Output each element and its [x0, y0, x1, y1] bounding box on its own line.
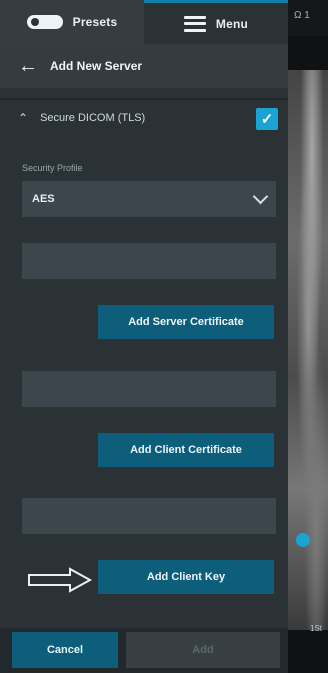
gain-slider-handle[interactable] [296, 533, 310, 547]
settings-panel: Presets Menu ← Add New Server ⌃ Secure D… [0, 0, 288, 660]
arrow-right-icon [28, 567, 93, 593]
tab-presets-label: Presets [72, 15, 118, 29]
app-window: Presets Menu ← Add New Server ⌃ Secure D… [0, 0, 328, 673]
add-client-key-button[interactable]: Add Client Key [98, 560, 274, 594]
add-client-certificate-button[interactable]: Add Client Certificate [98, 433, 274, 467]
image-top-label: Ω 1 [294, 10, 310, 21]
tab-menu[interactable]: Menu [144, 0, 288, 44]
checkmark-icon: ✓ [260, 111, 274, 128]
tab-presets[interactable]: Presets [0, 0, 144, 44]
header-divider [0, 88, 288, 100]
secure-dicom-checkbox[interactable]: ✓ [256, 108, 278, 130]
arrow-left-icon[interactable]: ← [18, 56, 38, 76]
ultrasound-scan [288, 70, 328, 630]
page-header: ← Add New Server [0, 44, 288, 88]
chevron-up-icon[interactable]: ⌃ [18, 111, 28, 125]
secure-dicom-label: Secure DICOM (TLS) [40, 112, 146, 124]
security-profile-label: Security Profile [22, 163, 83, 173]
client-certificate-field[interactable] [22, 371, 276, 407]
page-title: Add New Server [50, 59, 143, 73]
chevron-down-icon [252, 188, 269, 205]
add-button[interactable]: Add [126, 632, 280, 668]
add-server-certificate-button[interactable]: Add Server Certificate [98, 305, 274, 339]
client-key-field[interactable] [22, 498, 276, 534]
security-profile-value: AES [32, 193, 55, 205]
toggle-icon [26, 15, 63, 29]
hamburger-menu-icon [183, 15, 206, 32]
cancel-button[interactable]: Cancel [12, 632, 118, 668]
ultrasound-image-area: Ω 1 1St [288, 0, 328, 673]
security-profile-select[interactable]: AES [22, 181, 276, 217]
secure-dicom-section[interactable]: ⌃ Secure DICOM (TLS) ✓ [0, 100, 288, 136]
server-certificate-field[interactable] [22, 243, 276, 279]
depth-label: 1St [310, 624, 323, 633]
top-tabs: Presets Menu [0, 0, 288, 44]
tab-menu-label: Menu [215, 16, 249, 31]
